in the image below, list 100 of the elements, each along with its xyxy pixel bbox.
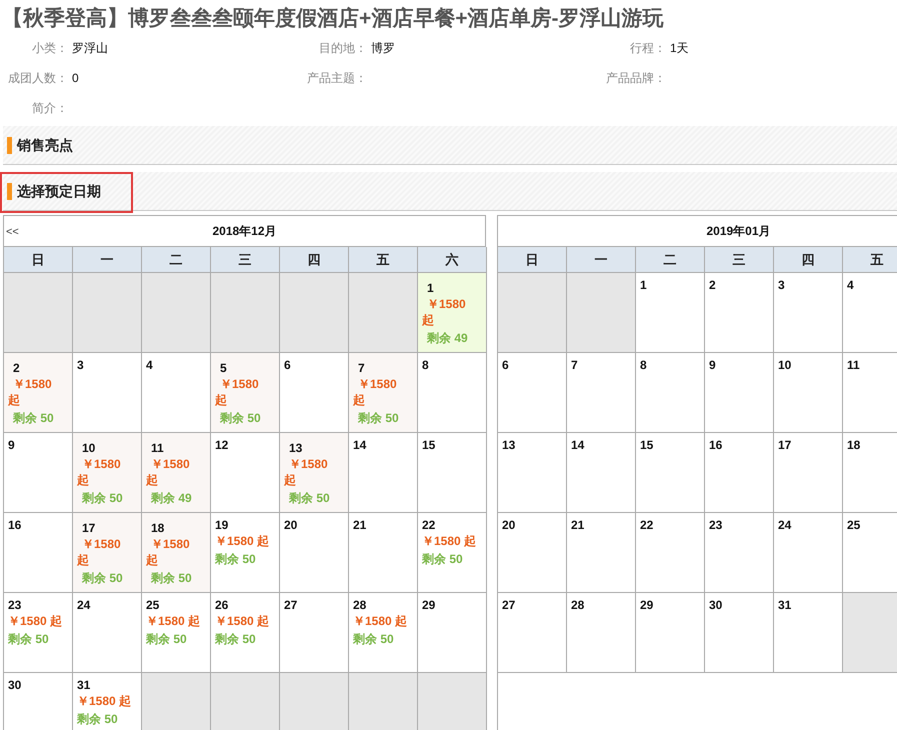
day-number: 15 [640,437,654,453]
price-text: ￥1580 起 [146,456,190,488]
info-label: 行程： [629,40,666,57]
day-cell[interactable]: 2 ￥1580 起 剩余 50 [4,353,73,433]
weekday-header: 一 [567,247,636,273]
day-number: 19 [215,517,228,533]
day-cell[interactable]: 18 ￥1580 起 剩余 50 [142,513,211,593]
weekday-header: 六 [418,247,487,273]
day-cell[interactable]: 1 ￥1580 起 剩余 49 [418,273,487,353]
info-label: 产品主题： [306,70,367,87]
stock-text: 剩余 49 [426,330,468,346]
day-number: 15 [422,437,436,453]
day-number: 4 [847,277,854,293]
day-cell[interactable]: 23 ￥1580 起 剩余 50 [4,593,73,673]
day-cell[interactable]: 10 ￥1580 起 剩余 50 [73,433,142,513]
day-number: 11 [150,440,164,456]
day-number: 13 [502,437,516,453]
weekday-header: 四 [774,247,843,273]
price-text: ￥1580 起 [422,533,476,549]
price-text: ￥1580 起 [353,613,408,629]
stock-text: 剩余 50 [356,410,399,426]
price-text: ￥1580 起 [215,613,270,629]
stock-text: 剩余 50 [215,551,256,567]
stock-text: 剩余 50 [353,631,394,647]
day-number: 31 [77,677,90,693]
weekday-header: 一 [73,247,142,273]
stock-text: 剩余 49 [150,490,192,506]
day-number: 14 [571,437,584,453]
price-text: ￥1580 起 [77,536,121,568]
stock-text: 剩余 50 [12,410,54,426]
day-number: 5 [219,360,227,376]
day-number: 7 [571,357,578,373]
day-number: 21 [353,517,366,533]
day-number: 28 [353,597,366,613]
day-number: 4 [146,357,153,373]
day-number: 23 [709,517,722,533]
day-number: 27 [502,597,516,613]
stock-text: 剩余 50 [288,490,330,506]
day-number: 17 [778,437,792,453]
day-number: 9 [8,437,15,453]
section-accent-bar [7,182,12,200]
day-cell[interactable]: 28 ￥1580 起 剩余 50 [349,593,418,673]
price-text: ￥1580 起 [146,613,200,629]
day-number: 29 [640,597,654,613]
weekday-header: 三 [705,247,774,273]
weekday-header: 二 [142,247,211,273]
stock-text: 剩余 50 [215,631,256,647]
day-number: 16 [709,437,722,453]
price-text: ￥1580 起 [215,376,259,408]
day-cell[interactable]: 25 ￥1580 起 剩余 50 [142,593,211,673]
day-number: 2 [709,277,716,293]
day-cell[interactable]: 7 ￥1580 起 剩余 50 [349,353,418,433]
info-value: 罗浮山 [72,40,108,57]
day-number: 6 [284,357,291,373]
day-cell[interactable]: 22 ￥1580 起 剩余 50 [418,513,487,593]
weekday-header: 二 [636,247,705,273]
weekday-header: 日 [4,247,73,273]
day-cell[interactable]: 26 ￥1580 起 剩余 50 [211,593,280,673]
day-number: 30 [8,677,22,693]
day-number: 18 [847,437,860,453]
stock-text: 剩余 50 [77,711,118,727]
day-cell[interactable]: 11 ￥1580 起 剩余 49 [142,433,211,513]
weekday-header: 五 [843,247,897,273]
page-title: 【秋季登高】博罗叁叁叁颐年度假酒店+酒店早餐+酒店单房-罗浮山游玩 [1,6,665,32]
price-text: ￥1580 起 [8,376,52,408]
day-number: 30 [709,597,722,613]
day-number: 1 [426,280,434,296]
section-title: 销售亮点 [17,136,73,155]
day-number: 14 [353,437,366,453]
day-number: 22 [422,517,436,533]
day-number: 3 [77,357,84,373]
stock-text: 剩余 50 [80,570,123,586]
day-number: 13 [288,440,302,456]
day-number: 22 [640,517,654,533]
day-number: 31 [778,597,792,613]
day-number: 29 [422,597,436,613]
price-text: ￥1580 起 [146,536,190,568]
previous-month-link[interactable]: << [6,224,19,240]
day-number: 25 [146,597,160,613]
info-label: 成团人数： [7,70,68,87]
info-label: 小类： [31,40,68,57]
price-text: ￥1580 起 [422,296,466,328]
price-text: ￥1580 起 [8,613,62,629]
info-value: 博罗 [371,40,395,57]
day-number: 10 [81,440,96,456]
info-value: 1天 [670,40,689,57]
section-accent-bar [7,136,12,154]
weekday-header: 日 [498,247,567,273]
day-cell[interactable]: 5 ￥1580 起 剩余 50 [211,353,280,433]
day-number: 18 [150,520,164,536]
day-number: 20 [502,517,516,533]
month-title: 2019年01月 [706,223,771,240]
day-cell[interactable]: 13 ￥1580 起 剩余 50 [280,433,349,513]
price-text: ￥1580 起 [353,376,397,408]
day-cell[interactable]: 19 ￥1580 起 剩余 50 [211,513,280,593]
day-number: 27 [284,597,298,613]
weekday-header: 五 [349,247,418,273]
day-cell[interactable]: 17 ￥1580 起 剩余 50 [73,513,142,593]
day-number: 1 [640,277,647,293]
info-label: 简介： [31,100,68,117]
